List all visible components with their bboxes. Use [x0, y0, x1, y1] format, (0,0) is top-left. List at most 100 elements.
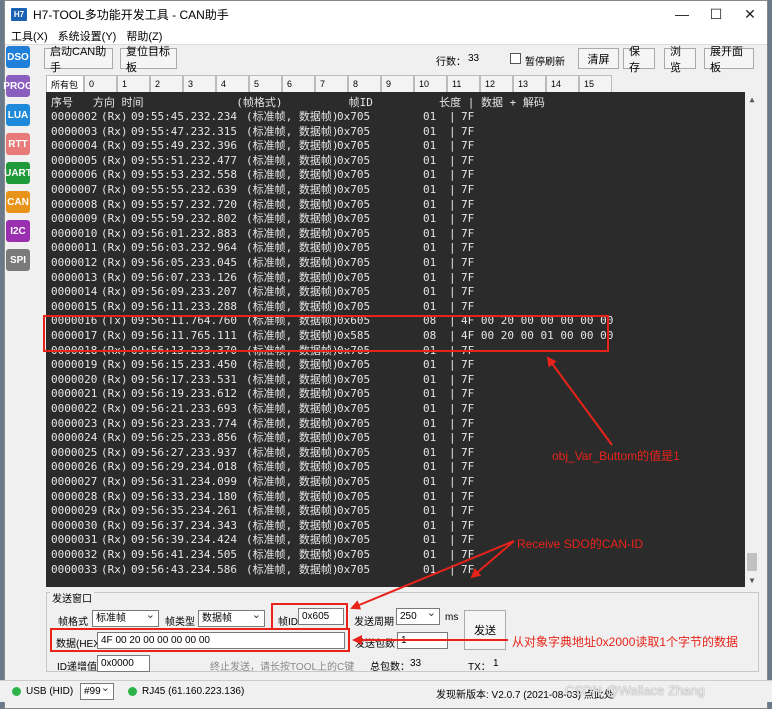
tab-channel-13[interactable]: 13 — [513, 75, 546, 92]
message-dir: (Rx) — [101, 168, 128, 182]
console-header: 序号 方向 时间 (帧格式) 帧ID 长度 | 数据 + 解码 — [51, 96, 545, 109]
message-row: 0000023 (Rx) 09:56:23.233.774 (标准帧, 数据帧) 0x7… — [51, 417, 741, 431]
console-scrollbar[interactable]: ▲ ▼ — [745, 92, 759, 587]
scroll-thumb[interactable] — [747, 553, 757, 571]
message-seq: 0000019 — [51, 358, 98, 372]
browse-button[interactable]: 浏览 — [664, 46, 696, 74]
column-separator: | — [449, 475, 456, 488]
id-increment-input[interactable]: 0x0000 — [97, 655, 150, 672]
minimize-button[interactable]: — — [665, 1, 699, 27]
tab-channel-5[interactable]: 5 — [249, 75, 282, 92]
menu-tools[interactable]: 工具(X) — [11, 28, 48, 44]
frame-format-select[interactable]: 标准帧 — [92, 610, 159, 627]
message-len: 01 — [423, 372, 437, 386]
start-can-button[interactable]: 启动CAN助手 — [44, 46, 113, 74]
id-increment-label: ID递增值 — [57, 662, 97, 673]
frame-format-value: 标准帧 — [96, 613, 126, 624]
tab-channel-10[interactable]: 10 — [414, 75, 447, 92]
column-separator: | — [449, 489, 456, 503]
message-time: 09:55:45.232.234 — [131, 110, 237, 123]
sidebar-rtt-button[interactable]: RTT — [6, 133, 30, 155]
sidebar-prog-button[interactable]: PROG — [3, 75, 33, 97]
message-dir: (Rx) — [101, 475, 128, 488]
clear-button[interactable]: 清屏 — [578, 48, 619, 69]
scroll-up-icon[interactable]: ▲ — [745, 92, 759, 106]
sidebar-uart-button[interactable]: UART — [4, 162, 32, 184]
device-select[interactable]: #99 — [80, 683, 114, 700]
send-count-input[interactable]: 1 — [397, 632, 448, 649]
save-button[interactable]: 保存 — [623, 46, 655, 74]
message-fmt: (标准帧, 数据帧) — [246, 124, 339, 138]
message-seq: 0000009 — [51, 212, 98, 226]
message-id: 0x705 — [337, 416, 371, 430]
send-period-unit: ms — [445, 612, 459, 623]
send-button[interactable]: 发送 — [464, 610, 506, 650]
reset-target-button[interactable]: 复位目标板 — [120, 46, 177, 74]
message-seq: 0000003 — [51, 124, 98, 138]
annotation-read-dict: 从对象字典地址0x2000读取1个字节的数据 — [512, 635, 739, 649]
tab-channel-11[interactable]: 11 — [447, 75, 480, 92]
message-len: 01 — [423, 139, 437, 153]
column-separator: | — [449, 139, 456, 153]
tab-channel-3[interactable]: 3 — [183, 75, 216, 92]
message-data: 7F — [461, 548, 475, 561]
row-count-value: 33 — [468, 53, 480, 64]
sidebar-i2c-button[interactable]: I2C — [6, 220, 30, 242]
menu-help[interactable]: 帮助(Z) — [126, 28, 162, 44]
highlight-sdo-frames — [43, 315, 609, 352]
menu-bar: 工具(X) 系统设置(Y) 帮助(Z) — [5, 27, 767, 45]
send-panel-title: 发送窗口 — [50, 590, 94, 605]
message-seq: 0000008 — [51, 197, 98, 211]
message-dir: (Rx) — [101, 358, 128, 372]
tab-channel-14[interactable]: 14 — [546, 75, 579, 92]
message-id: 0x705 — [337, 460, 371, 474]
message-fmt: (标准帧, 数据帧) — [246, 548, 339, 561]
message-id: 0x705 — [337, 183, 371, 196]
tab-channel-6[interactable]: 6 — [282, 75, 315, 92]
menu-settings[interactable]: 系统设置(Y) — [58, 28, 117, 44]
message-len: 01 — [423, 358, 437, 372]
message-id: 0x705 — [337, 241, 371, 255]
tab-channel-9[interactable]: 9 — [381, 75, 414, 92]
tab-channel-12[interactable]: 12 — [480, 75, 513, 92]
message-data: 7F — [461, 270, 475, 284]
tab-channel-4[interactable]: 4 — [216, 75, 249, 92]
message-id: 0x705 — [337, 533, 371, 547]
message-row: 0000006 (Rx) 09:55:53.232.558 (标准帧, 数据帧) 0x7… — [51, 168, 741, 182]
sidebar-spi-button[interactable]: SPI — [6, 249, 30, 271]
column-separator: | — [449, 518, 456, 532]
message-time: 09:55:51.232.477 — [131, 153, 237, 167]
message-data: 7F — [461, 153, 475, 167]
tab-channel-1[interactable]: 1 — [117, 75, 150, 92]
tab-channel-7[interactable]: 7 — [315, 75, 348, 92]
message-len: 01 — [423, 226, 437, 240]
message-seq: 0000006 — [51, 168, 98, 182]
message-time: 09:56:35.234.261 — [131, 504, 237, 518]
frame-type-select[interactable]: 数据帧 — [198, 610, 265, 627]
stop-hint: 终止发送，请长按TOOL上的C键 — [210, 662, 355, 673]
message-data: 7F — [461, 431, 475, 445]
message-row: 0000008 (Rx) 09:55:57.232.720 (标准帧, 数据帧) 0x7… — [51, 198, 741, 212]
message-fmt: (标准帧, 数据帧) — [246, 212, 339, 226]
message-fmt: (标准帧, 数据帧) — [246, 372, 339, 386]
sidebar-dso-button[interactable]: DSO — [6, 46, 30, 68]
scroll-down-icon[interactable]: ▼ — [745, 573, 759, 587]
sidebar-can-button[interactable]: CAN — [6, 191, 30, 213]
send-period-select[interactable]: 250 — [396, 608, 440, 625]
close-button[interactable]: ✕ — [733, 1, 767, 27]
tab-channel-0[interactable]: 0 — [84, 75, 117, 92]
message-row: 0000004 (Rx) 09:55:49.232.396 (标准帧, 数据帧) 0x7… — [51, 139, 741, 153]
pause-refresh-checkbox[interactable] — [510, 53, 521, 64]
maximize-button[interactable]: ☐ — [699, 1, 733, 27]
tab-channel-2[interactable]: 2 — [150, 75, 183, 92]
message-dir: (Rx) — [101, 226, 128, 240]
message-id: 0x705 — [337, 475, 371, 488]
sidebar-lua-button[interactable]: LUA — [6, 104, 30, 126]
tab-channel-15[interactable]: 15 — [579, 75, 612, 92]
expand-panel-button[interactable]: 展开面板 — [704, 46, 754, 74]
tab-all[interactable]: 所有包 — [46, 75, 84, 92]
message-id: 0x705 — [337, 226, 371, 240]
tab-channel-8[interactable]: 8 — [348, 75, 381, 92]
message-id: 0x705 — [337, 358, 371, 372]
send-period-label: 发送周期 — [354, 617, 394, 628]
